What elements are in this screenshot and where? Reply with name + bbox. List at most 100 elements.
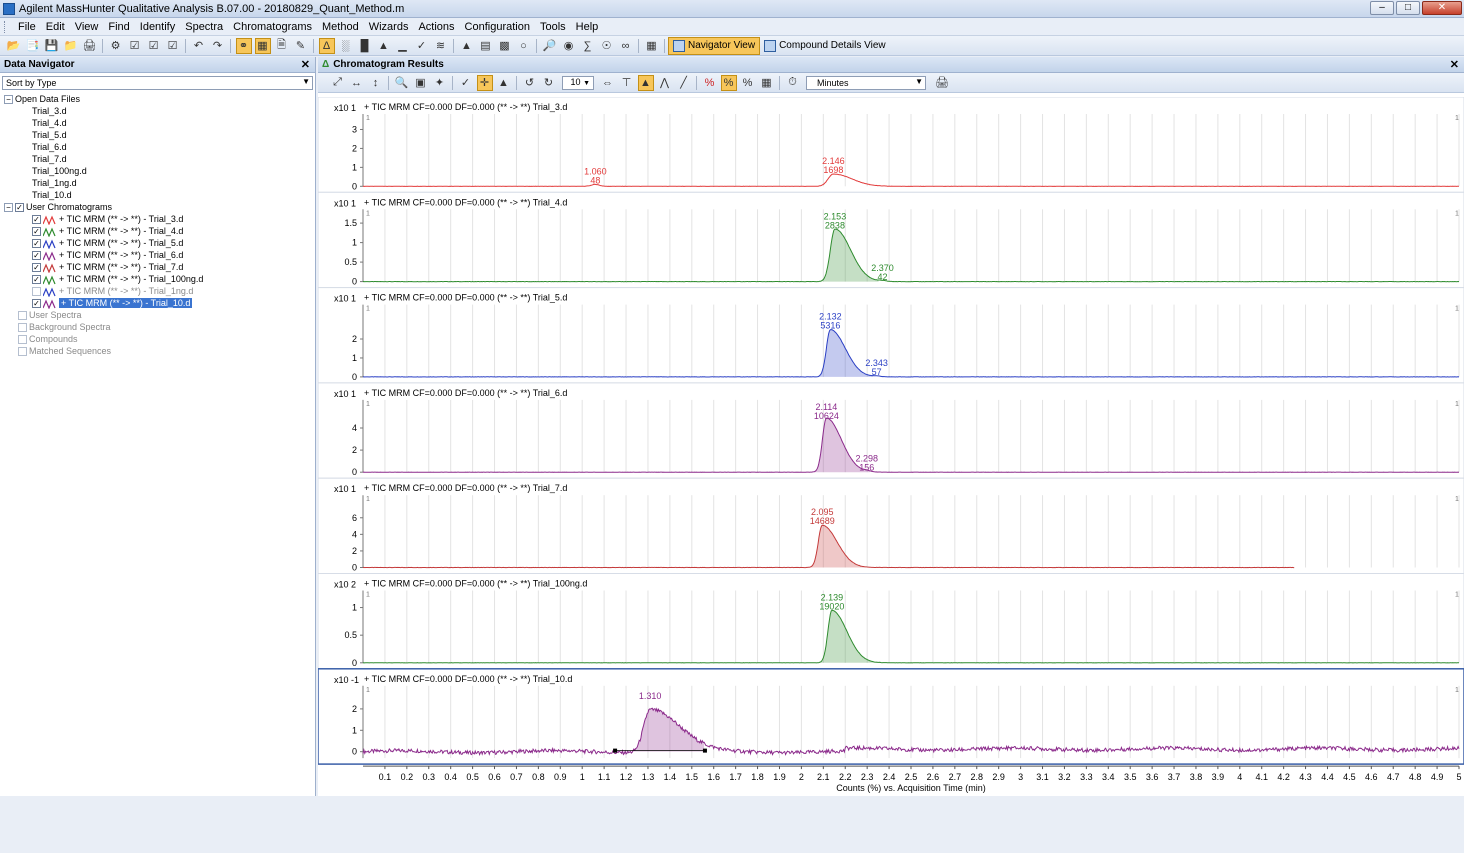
tree-node-matched-sequences[interactable]: Matched Sequences <box>18 345 111 357</box>
open-folder-icon[interactable]: 📂 <box>6 38 22 54</box>
checkbox[interactable] <box>18 335 27 345</box>
menu-spectra[interactable]: Spectra <box>180 21 228 33</box>
tree-file-item[interactable]: Trial_1ng.d <box>32 177 77 189</box>
wizard-icon[interactable]: ✦ <box>432 75 448 91</box>
run-method-icon[interactable]: ⚙ <box>108 38 124 54</box>
binoculars-icon[interactable]: ∞ <box>618 38 634 54</box>
calculator-icon[interactable]: ▦ <box>644 38 660 54</box>
menu-configuration[interactable]: Configuration <box>460 21 535 33</box>
tree-node-user-chromatograms[interactable]: − ✓ User Chromatograms <box>4 201 112 213</box>
checkbox[interactable] <box>32 287 41 297</box>
folder-icon[interactable]: 📁 <box>63 38 79 54</box>
check-green-icon[interactable]: ☑ <box>165 38 181 54</box>
minimize-button[interactable]: – <box>1370 1 1394 15</box>
tree-file-item[interactable]: Trial_6.d <box>32 141 67 153</box>
sort-dropdown[interactable]: Sort by Type ▼ <box>2 76 313 90</box>
percent-normalized-icon[interactable]: % <box>740 75 756 91</box>
identify-icon[interactable]: ◉ <box>561 38 577 54</box>
peak-integrate-icon[interactable]: ▲ <box>496 75 512 91</box>
tree-file-item[interactable]: Trial_100ng.d <box>32 165 87 177</box>
integrate-icon[interactable]: ✓ <box>414 38 430 54</box>
maximize-button[interactable]: □ <box>1396 1 1420 15</box>
undo-zoom-icon[interactable]: ↺ <box>522 75 538 91</box>
menu-find[interactable]: Find <box>103 21 134 33</box>
redo-icon[interactable]: ↷ <box>210 38 226 54</box>
tree-chromatogram-item[interactable]: ✓ + TIC MRM (** -> **) - Trial_7.d <box>32 261 183 273</box>
tree-chromatogram-item[interactable]: ✓ + TIC MRM (** -> **) - Trial_10.d <box>32 297 193 309</box>
tree-file-item[interactable]: Trial_10.d <box>32 189 72 201</box>
collapse-icon[interactable]: − <box>4 95 13 105</box>
close-window-button[interactable]: ✕ <box>1422 1 1462 15</box>
menu-method[interactable]: Method <box>317 21 364 33</box>
redo-zoom-icon[interactable]: ↻ <box>541 75 557 91</box>
autoscale-x-icon[interactable]: ↔ <box>349 75 365 91</box>
tree-chromatogram-item[interactable]: ✓ + TIC MRM (** -> **) - Trial_6.d <box>32 249 183 261</box>
tree-file-item[interactable]: Trial_7.d <box>32 153 67 165</box>
database-icon[interactable]: ○ <box>516 38 532 54</box>
formula-icon[interactable]: ∑ <box>580 38 596 54</box>
menu-file[interactable]: File <box>13 21 41 33</box>
tree-node-background-spectra[interactable]: Background Spectra <box>18 321 111 333</box>
checkbox[interactable]: ✓ <box>15 203 24 213</box>
print-icon[interactable]: 🖨 <box>82 38 98 54</box>
chromatogram-icon[interactable]: Δ <box>318 37 335 54</box>
tree-file-item[interactable]: Trial_3.d <box>32 105 67 117</box>
peak-label-icon[interactable]: ⊤ <box>619 75 635 91</box>
menu-help[interactable]: Help <box>571 21 604 33</box>
percent-off-icon[interactable]: % <box>702 75 718 91</box>
autoscale-y-icon[interactable]: ↕ <box>368 75 384 91</box>
checkbox[interactable]: ✓ <box>32 227 41 237</box>
spectrum-icon[interactable]: ░ <box>338 38 354 54</box>
checkbox[interactable]: ✓ <box>32 299 41 309</box>
compound-details-view-button[interactable]: Compound Details View <box>760 37 890 55</box>
edit-icon[interactable]: ✎ <box>293 38 309 54</box>
undo-icon[interactable]: ↶ <box>191 38 207 54</box>
tree-chromatogram-item[interactable]: ✓ + TIC MRM (** -> **) - Trial_5.d <box>32 237 183 249</box>
menu-view[interactable]: View <box>70 21 104 33</box>
bar-graph-icon[interactable]: ▤ <box>478 38 494 54</box>
pan-icon[interactable]: ✛ <box>476 74 493 91</box>
line-tool-icon[interactable]: ╱ <box>676 75 692 91</box>
peak-width-icon[interactable]: ⋀ <box>657 75 673 91</box>
find-compounds-icon[interactable]: ▲ <box>459 38 475 54</box>
menu-identify[interactable]: Identify <box>135 21 180 33</box>
baseline-icon[interactable]: ▁ <box>395 38 411 54</box>
units-icon[interactable]: ⏱ <box>785 75 801 91</box>
peak-fill-icon[interactable]: ▲ <box>637 74 654 91</box>
menu-chromatograms[interactable]: Chromatograms <box>228 21 317 33</box>
checkbox[interactable] <box>18 311 27 321</box>
menu-actions[interactable]: Actions <box>413 21 459 33</box>
bar-spectrum-icon[interactable]: █ <box>357 38 373 54</box>
export-icon[interactable]: 🗎 <box>274 38 290 54</box>
time-units-dropdown[interactable]: Minutes ▼ <box>806 75 926 90</box>
tree-file-item[interactable]: Trial_5.d <box>32 129 67 141</box>
navigator-view-button[interactable]: Navigator View <box>668 36 761 55</box>
tree-node-user-spectra[interactable]: User Spectra <box>18 309 82 321</box>
tree-chromatogram-item[interactable]: ✓ + TIC MRM (** -> **) - Trial_4.d <box>32 225 183 237</box>
tree-icon[interactable]: ▦ <box>254 37 271 54</box>
tree-file-item[interactable]: Trial_4.d <box>32 117 67 129</box>
save-icon[interactable]: 💾 <box>44 38 60 54</box>
histogram-icon[interactable]: ▩ <box>497 38 513 54</box>
close-panel-icon[interactable]: ✕ <box>301 58 310 71</box>
peak-list-icon[interactable]: ▲ <box>376 38 392 54</box>
autoscale-icon[interactable]: ⤢ <box>330 75 346 91</box>
select-icon[interactable]: ✓ <box>458 75 474 91</box>
menu-edit[interactable]: Edit <box>41 21 70 33</box>
overlay-count-select[interactable]: 10 ▼ <box>562 75 594 90</box>
tree-chromatogram-item[interactable]: ✓ + TIC MRM (** -> **) - Trial_3.d <box>32 213 183 225</box>
checkbox[interactable]: ✓ <box>32 215 41 225</box>
zoom-out-icon[interactable]: 🔍 <box>394 75 410 91</box>
link-icon[interactable]: ⚭ <box>235 37 252 54</box>
print-chart-icon[interactable]: 🖨 <box>934 75 950 91</box>
collapse-icon[interactable]: − <box>4 203 13 213</box>
open-method-icon[interactable]: 📑 <box>25 38 41 54</box>
checkbox[interactable] <box>18 347 27 357</box>
tree-chromatogram-item[interactable]: + TIC MRM (** -> **) - Trial_1ng.d <box>32 285 193 297</box>
checkbox[interactable]: ✓ <box>32 275 41 285</box>
checkbox[interactable]: ✓ <box>32 239 41 249</box>
search-library-icon[interactable]: 🔎 <box>542 38 558 54</box>
tree-node-open-data-files[interactable]: − Open Data Files <box>4 93 80 105</box>
fit-icon[interactable]: ▣ <box>413 75 429 91</box>
molecule-icon[interactable]: ☉ <box>599 38 615 54</box>
